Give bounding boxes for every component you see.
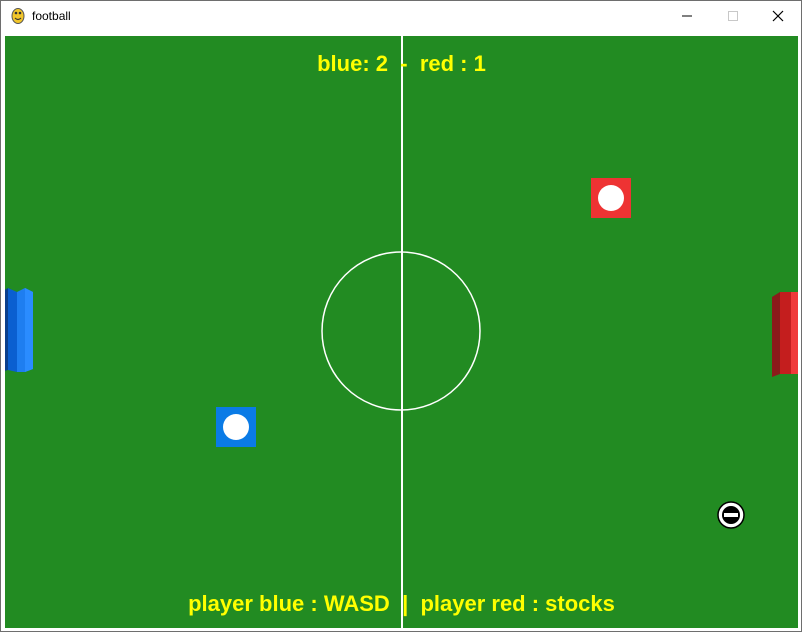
controls-legend: player blue : WASD | player red : stocks: [5, 591, 798, 617]
pygame-snake-icon: [10, 7, 26, 25]
maximize-icon: [728, 11, 738, 21]
close-button[interactable]: [755, 1, 801, 31]
red-goal: [772, 292, 798, 377]
maximize-button[interactable]: [710, 1, 756, 31]
controls-divider: |: [402, 591, 409, 616]
red-score-value: 1: [473, 51, 486, 76]
blue-goal: [5, 288, 33, 372]
soccer-ball: [717, 501, 745, 529]
red-player: [591, 178, 631, 218]
blue-controls-text: player blue : WASD: [188, 591, 390, 616]
blue-score-label: blue:: [317, 51, 370, 76]
title-bar[interactable]: football: [1, 1, 801, 31]
window-title: football: [32, 9, 71, 23]
red-score-label: red :: [419, 51, 468, 76]
game-window: football blue: 2 - red: 1 player blue:…: [0, 0, 802, 632]
scoreboard: blue: 2 - red : 1: [5, 51, 798, 77]
red-controls-text: player red : stocks: [420, 591, 615, 616]
close-icon: [772, 10, 784, 22]
blue-score-value: 2: [375, 51, 389, 76]
football-pitch[interactable]: blue: 2 - red : 1 player blue : WASD | p…: [5, 36, 798, 628]
blue-player: [216, 407, 256, 447]
pitch-drawing: [5, 36, 798, 628]
minimize-button[interactable]: [664, 1, 710, 31]
score-separator: -: [400, 51, 408, 76]
minimize-icon: [682, 15, 692, 17]
